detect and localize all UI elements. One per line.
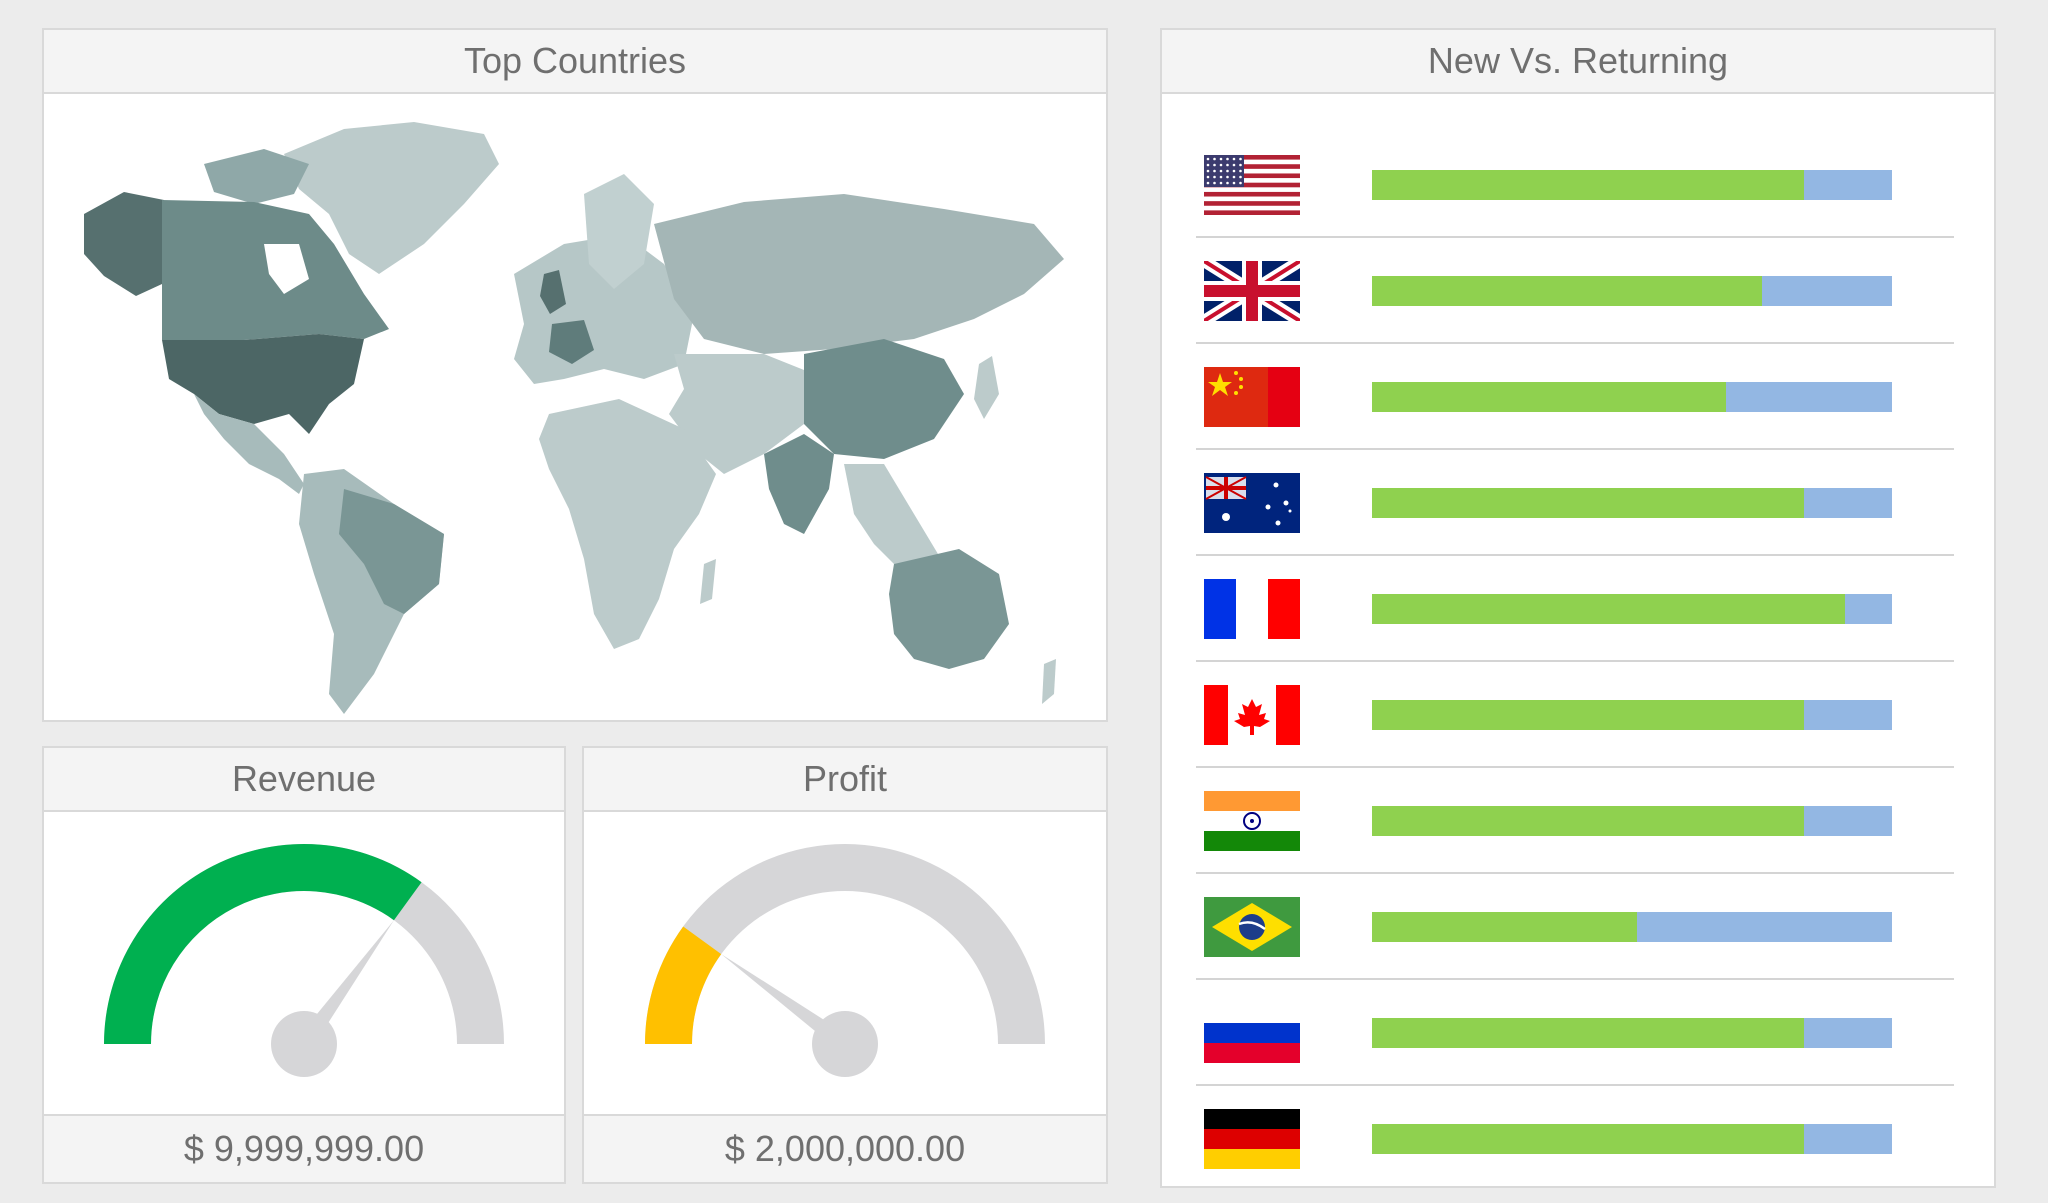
returning-bar[interactable] xyxy=(1372,382,1892,412)
country-row xyxy=(1196,450,1954,556)
country-row xyxy=(1196,662,1954,768)
new-vs-returning-panel: New Vs. Returning xyxy=(1160,28,1996,1188)
revenue-gauge-hub xyxy=(271,1011,337,1077)
country-row xyxy=(1196,344,1954,450)
alaska xyxy=(84,192,164,296)
country-row xyxy=(1196,874,1954,980)
russia-flag-icon xyxy=(1204,1003,1300,1063)
profit-gauge xyxy=(584,812,1106,1114)
country-row xyxy=(1196,768,1954,874)
country-list xyxy=(1196,132,1954,1192)
country-row xyxy=(1196,132,1954,238)
panel-title: Revenue xyxy=(44,748,564,812)
returning-bar[interactable] xyxy=(1372,806,1892,836)
profit-panel: Profit $ 2,000,000.00 xyxy=(582,746,1108,1184)
top-countries-panel: Top Countries xyxy=(42,28,1108,722)
panel-title: Top Countries xyxy=(44,30,1106,94)
canada-flag-icon xyxy=(1204,685,1300,745)
revenue-gauge xyxy=(44,812,564,1114)
new-bar[interactable] xyxy=(1372,382,1726,412)
returning-bar[interactable] xyxy=(1372,700,1892,730)
returning-bar[interactable] xyxy=(1372,594,1892,624)
brazil-flag-icon xyxy=(1204,897,1300,957)
usa xyxy=(162,334,364,434)
country-row xyxy=(1196,556,1954,662)
new-bar[interactable] xyxy=(1372,276,1762,306)
panel-title: New Vs. Returning xyxy=(1162,30,1994,94)
profit-value: $ 2,000,000.00 xyxy=(584,1114,1106,1182)
new-bar[interactable] xyxy=(1372,806,1804,836)
country-row xyxy=(1196,980,1954,1086)
returning-bar[interactable] xyxy=(1372,276,1892,306)
germany-flag-icon xyxy=(1204,1109,1300,1169)
country-row xyxy=(1196,1086,1954,1192)
new-bar[interactable] xyxy=(1372,1018,1804,1048)
new-bar[interactable] xyxy=(1372,700,1804,730)
australia-flag-icon xyxy=(1204,473,1300,533)
new-bar[interactable] xyxy=(1372,912,1638,942)
panel-title: Profit xyxy=(584,748,1106,812)
revenue-panel: Revenue $ 9,999,999.00 xyxy=(42,746,566,1184)
india-flag-icon xyxy=(1204,791,1300,851)
russia xyxy=(654,194,1064,354)
returning-bar[interactable] xyxy=(1372,1124,1892,1154)
new-bar[interactable] xyxy=(1372,594,1846,624)
china-flag-icon xyxy=(1204,367,1300,427)
new-bar[interactable] xyxy=(1372,1124,1804,1154)
returning-bar[interactable] xyxy=(1372,170,1892,200)
revenue-gauge-fill xyxy=(104,844,422,1044)
world-map[interactable] xyxy=(44,94,1106,720)
china xyxy=(804,339,964,459)
returning-bar[interactable] xyxy=(1372,1018,1892,1048)
profit-gauge-hub xyxy=(812,1011,878,1077)
country-row xyxy=(1196,238,1954,344)
india xyxy=(764,434,834,534)
new-zealand xyxy=(1042,659,1056,704)
france-flag-icon xyxy=(1204,579,1300,639)
new-bar[interactable] xyxy=(1372,170,1804,200)
uk-flag-icon xyxy=(1200,255,1304,327)
returning-bar[interactable] xyxy=(1372,912,1892,942)
revenue-value: $ 9,999,999.00 xyxy=(44,1114,564,1182)
us-flag-icon xyxy=(1204,155,1300,216)
new-bar[interactable] xyxy=(1372,488,1804,518)
japan xyxy=(974,356,999,419)
returning-bar[interactable] xyxy=(1372,488,1892,518)
madagascar xyxy=(700,559,716,604)
australia xyxy=(889,549,1009,669)
